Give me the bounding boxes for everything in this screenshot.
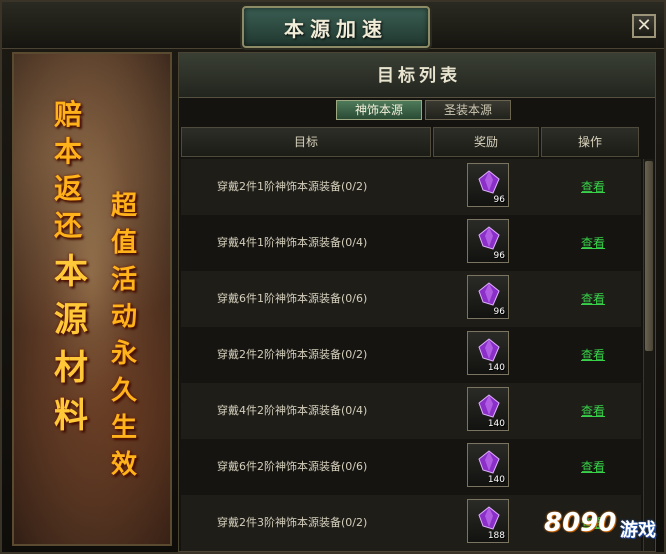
reward-count: 140 — [487, 363, 505, 373]
banner-char: 材 — [54, 348, 88, 388]
reward-slot[interactable]: 96 — [467, 275, 509, 319]
section-header: 目标列表 — [179, 53, 655, 98]
reward-count: 96 — [493, 307, 505, 317]
table-row: 穿戴4件1阶神饰本源装备(0/4) 96 查看 — [181, 215, 641, 271]
reward-count: 188 — [487, 531, 505, 541]
title-plate: 本源加速 — [242, 6, 430, 48]
view-link[interactable]: 查看 — [581, 458, 605, 475]
table-row: 穿戴6件2阶神饰本源装备(0/6) 140 查看 — [181, 439, 641, 495]
reward-slot[interactable]: 188 — [467, 499, 509, 543]
task-text: 穿戴6件1阶神饰本源装备(0/6) — [217, 292, 368, 305]
reward-slot[interactable]: 96 — [467, 163, 509, 207]
purple-gem-icon — [478, 170, 500, 194]
reward-count: 140 — [487, 419, 505, 429]
purple-gem-icon — [478, 226, 500, 250]
banner-char: 永 — [111, 339, 138, 369]
tab-holy-equipment[interactable]: 圣装本源 — [425, 100, 511, 120]
column-header-reward: 奖励 — [433, 127, 539, 157]
banner-char: 值 — [111, 228, 138, 258]
banner-char: 动 — [111, 302, 138, 332]
target-list-panel: 目标列表 神饰本源 圣装本源 目标 奖励 操作 穿戴2件1阶神饰本源装备(0/2… — [178, 52, 656, 552]
title-bar: 本源加速 ✕ — [2, 2, 664, 49]
scroll-thumb[interactable] — [645, 161, 653, 351]
purple-gem-icon — [478, 394, 500, 418]
view-link[interactable]: 查看 — [581, 178, 605, 195]
reward-count: 140 — [487, 475, 505, 485]
task-text: 穿戴6件2阶神饰本源装备(0/6) — [217, 460, 368, 473]
view-link[interactable]: 查看 — [581, 234, 605, 251]
watermark-number: 8090 — [544, 508, 617, 538]
view-link[interactable]: 查看 — [581, 290, 605, 307]
acceleration-window: 本源加速 ✕ 赔 本 返 还 本 源 材 料 超 值 活 动 永 久 生 效 目… — [0, 0, 666, 554]
purple-gem-icon — [478, 450, 500, 474]
column-header-action: 操作 — [541, 127, 639, 157]
task-text: 穿戴2件1阶神饰本源装备(0/2) — [217, 180, 368, 193]
table-row: 穿戴4件2阶神饰本源装备(0/4) 140 查看 — [181, 383, 641, 439]
column-header-target: 目标 — [181, 127, 431, 157]
section-title: 目标列表 — [377, 66, 461, 86]
banner-char: 赔 — [54, 98, 83, 131]
tab-divine-ornament[interactable]: 神饰本源 — [336, 100, 422, 120]
reward-slot[interactable]: 140 — [467, 387, 509, 431]
purple-gem-icon — [478, 282, 500, 306]
window-title: 本源加速 — [284, 16, 388, 41]
task-list: 穿戴2件1阶神饰本源装备(0/2) 96 查看 穿戴4件1阶神饰本源装备(0/4… — [181, 159, 641, 551]
promo-banner: 赔 本 返 还 本 源 材 料 超 值 活 动 永 久 生 效 — [12, 52, 172, 546]
task-text: 穿戴2件2阶神饰本源装备(0/2) — [217, 348, 368, 361]
banner-char: 效 — [111, 450, 138, 480]
table-row: 穿戴6件1阶神饰本源装备(0/6) 96 查看 — [181, 271, 641, 327]
banner-column-a: 赔 本 返 还 — [54, 96, 82, 244]
purple-gem-icon — [478, 338, 500, 362]
task-text: 穿戴4件1阶神饰本源装备(0/4) — [217, 236, 368, 249]
banner-char: 返 — [54, 172, 83, 205]
purple-gem-icon — [478, 506, 500, 530]
banner-char: 还 — [54, 209, 83, 242]
banner-char: 活 — [111, 265, 138, 295]
view-link[interactable]: 查看 — [581, 402, 605, 419]
task-text: 穿戴2件3阶神饰本源装备(0/2) — [217, 516, 368, 529]
reward-count: 96 — [493, 251, 505, 261]
close-icon: ✕ — [636, 15, 652, 36]
banner-column-c: 超 值 活 动 永 久 生 效 — [111, 188, 137, 484]
banner-char: 本 — [54, 252, 88, 292]
watermark-word: 游戏 — [620, 520, 656, 541]
list-scrollbar[interactable] — [643, 159, 654, 551]
reward-slot[interactable]: 96 — [467, 219, 509, 263]
site-watermark: 8090 游戏 — [544, 502, 662, 550]
reward-count: 96 — [493, 195, 505, 205]
banner-char: 源 — [54, 300, 88, 340]
banner-char: 本 — [54, 135, 83, 168]
banner-char: 久 — [111, 376, 138, 406]
view-link[interactable]: 查看 — [581, 346, 605, 363]
close-button[interactable]: ✕ — [632, 14, 656, 38]
reward-slot[interactable]: 140 — [467, 443, 509, 487]
banner-char: 生 — [111, 413, 138, 443]
banner-char: 料 — [54, 396, 88, 436]
banner-column-b: 本 源 材 料 — [54, 248, 88, 440]
table-row: 穿戴2件1阶神饰本源装备(0/2) 96 查看 — [181, 159, 641, 215]
banner-char: 超 — [111, 191, 138, 221]
table-row: 穿戴2件2阶神饰本源装备(0/2) 140 查看 — [181, 327, 641, 383]
reward-slot[interactable]: 140 — [467, 331, 509, 375]
task-text: 穿戴4件2阶神饰本源装备(0/4) — [217, 404, 368, 417]
